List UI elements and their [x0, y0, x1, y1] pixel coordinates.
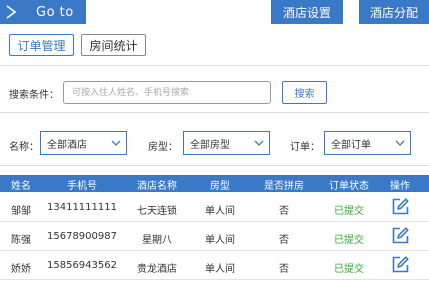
column-header-name: 姓名 — [11, 181, 31, 192]
column-header-action: 操作 — [390, 181, 410, 192]
order-select-value: 全部订单 — [331, 139, 371, 151]
search-button[interactable]: 搜索 — [282, 81, 327, 104]
column-header-hotel: 酒店名称 — [137, 181, 177, 192]
table-row: 娇娇 15856943562 贵龙酒店 单人间 否 已提交 — [0, 252, 429, 280]
cell-room-type: 单人间 — [205, 235, 235, 246]
divider — [0, 165, 429, 166]
table-row: 邹邹 13411111111 七天连锁 单人间 否 已提交 — [0, 194, 429, 222]
cell-room-type: 单人间 — [205, 264, 235, 275]
room-type-select[interactable]: 全部房型 — [183, 131, 270, 155]
cell-room-type: 单人间 — [205, 206, 235, 217]
table-row: 陈强 15678900987 星期八 单人间 否 已提交 — [0, 223, 429, 251]
cell-phone: 15678900987 — [47, 231, 117, 242]
cell-hotel: 七天连锁 — [137, 206, 177, 217]
divider — [0, 112, 429, 113]
goto-label: Go to — [36, 4, 74, 20]
hotel-assign-button[interactable]: 酒店分配 — [359, 0, 429, 24]
column-header-room-type: 房型 — [210, 181, 230, 192]
cell-phone: 15856943562 — [47, 260, 117, 271]
column-header-shared-room: 是否拼房 — [264, 181, 304, 192]
edit-icon[interactable] — [391, 197, 410, 216]
column-header-order-status: 订单状态 — [329, 181, 369, 192]
room-type-select-value: 全部房型 — [190, 139, 230, 151]
edit-icon[interactable] — [391, 255, 410, 274]
order-select[interactable]: 全部订单 — [324, 131, 411, 155]
cell-name: 娇娇 — [11, 264, 31, 275]
cell-order-status: 已提交 — [334, 264, 364, 275]
tab-order-management[interactable]: 订单管理 — [9, 34, 74, 56]
cell-shared-room: 否 — [279, 235, 289, 246]
menu-icon — [6, 5, 17, 19]
room-type-filter-label: 房型： — [148, 142, 178, 153]
cell-name: 陈强 — [11, 235, 31, 246]
chevron-down-icon — [111, 140, 121, 146]
hotel-select-value: 全部酒店 — [47, 139, 87, 151]
cell-hotel: 贵龙酒店 — [137, 264, 177, 275]
search-input[interactable] — [63, 81, 271, 104]
cell-order-status: 已提交 — [334, 206, 364, 217]
hotel-settings-button[interactable]: 酒店设置 — [271, 0, 343, 24]
tab-room-statistics[interactable]: 房间统计 — [81, 34, 146, 56]
edit-icon[interactable] — [391, 226, 410, 245]
hotel-select[interactable]: 全部酒店 — [40, 131, 127, 155]
chevron-down-icon — [395, 140, 405, 146]
cell-hotel: 星期八 — [142, 235, 172, 246]
chevron-down-icon — [254, 140, 264, 146]
hotel-filter-label: 名称： — [9, 142, 39, 153]
goto-button[interactable]: Go to — [0, 0, 86, 24]
order-filter-label: 订单： — [290, 142, 320, 153]
cell-shared-room: 否 — [279, 206, 289, 217]
column-header-phone: 手机号 — [67, 181, 97, 192]
search-label: 搜索条件： — [9, 90, 59, 101]
cell-name: 邹邹 — [11, 206, 31, 217]
table-header: 姓名 手机号 酒店名称 房型 是否拼房 订单状态 操作 — [0, 175, 429, 192]
cell-shared-room: 否 — [279, 264, 289, 275]
divider — [0, 65, 429, 66]
cell-order-status: 已提交 — [334, 235, 364, 246]
cell-phone: 13411111111 — [47, 202, 117, 213]
